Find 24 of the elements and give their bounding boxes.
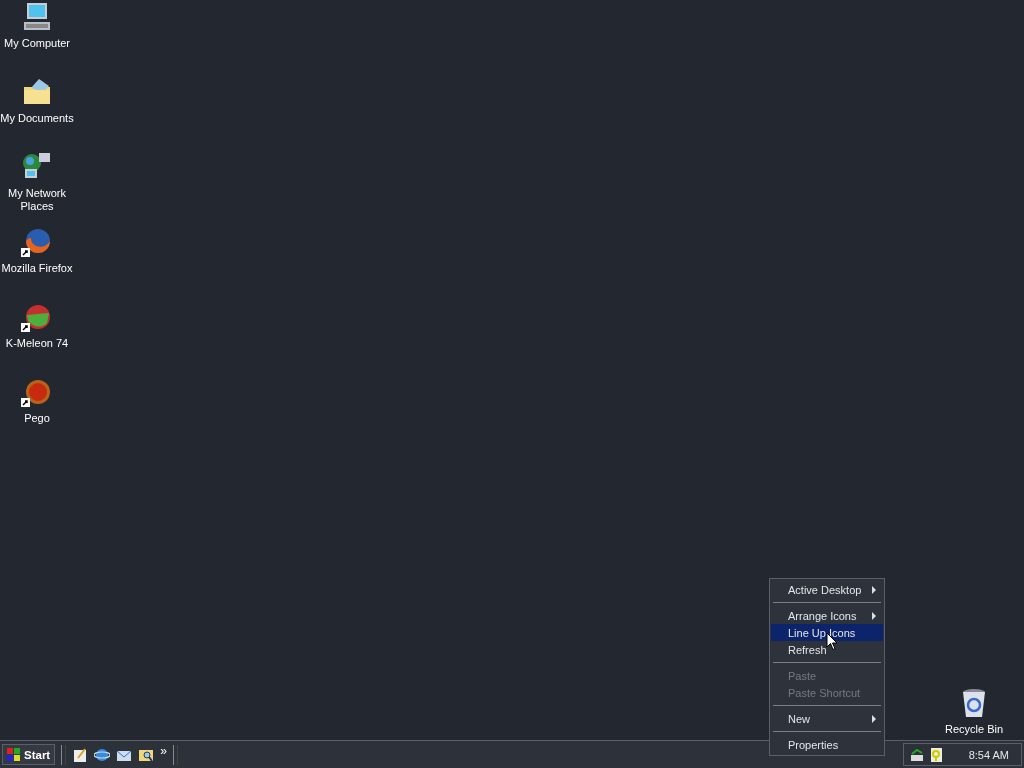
start-button[interactable]: Start xyxy=(2,744,56,765)
notepad-icon[interactable] xyxy=(72,746,89,763)
submenu-arrow-icon xyxy=(872,714,876,723)
icon-label[interactable]: My Documents xyxy=(0,112,74,125)
icon-label[interactable]: My Computer xyxy=(4,37,70,50)
menu-item[interactable]: Arrange Icons xyxy=(771,607,883,624)
icon-label[interactable]: Pego xyxy=(24,412,50,425)
computer-icon[interactable] xyxy=(21,1,53,33)
menu-item[interactable]: Line Up Icons xyxy=(771,624,883,641)
globe-icon[interactable] xyxy=(94,746,111,763)
submenu-arrow-icon xyxy=(872,611,876,620)
menu-item[interactable]: Properties xyxy=(771,736,883,753)
windows-flag-icon xyxy=(7,747,21,762)
icon-label[interactable]: Mozilla Firefox xyxy=(1,262,73,275)
icon-label[interactable]: My Network Places xyxy=(0,187,74,213)
icon-label[interactable]: K-Meleon 74 xyxy=(5,337,69,350)
menu-item[interactable]: Refresh xyxy=(771,641,883,658)
network-tray-icon[interactable] xyxy=(908,746,925,763)
submenu-arrow-icon xyxy=(872,585,876,594)
menu-item[interactable]: Active Desktop xyxy=(771,581,883,598)
icon-label[interactable]: Recycle Bin xyxy=(944,723,1004,736)
menu-item[interactable]: New xyxy=(771,710,883,727)
more-button[interactable]: » xyxy=(160,743,167,758)
clock[interactable]: 8:54 AM xyxy=(968,748,1009,761)
